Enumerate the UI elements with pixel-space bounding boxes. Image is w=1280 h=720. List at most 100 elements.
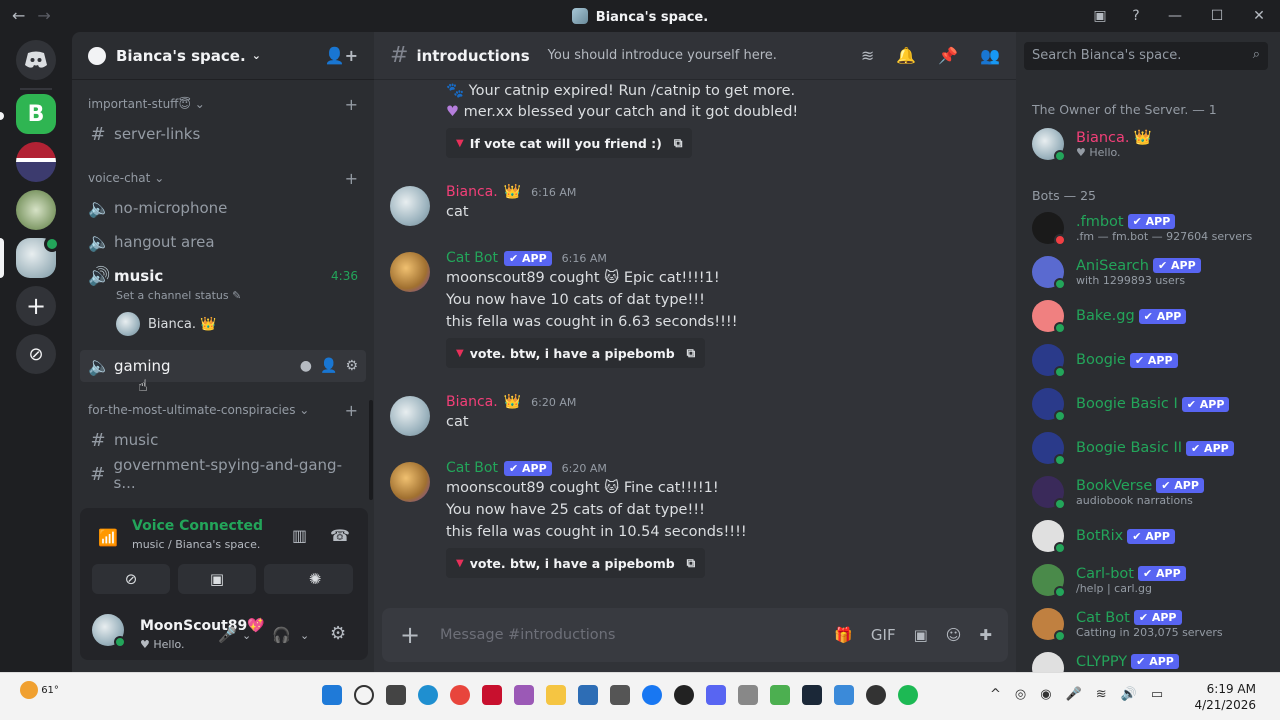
- member-item[interactable]: Cat Bot ✔ APP Catting in 203,075 servers: [1032, 604, 1272, 644]
- app-icon[interactable]: [610, 685, 630, 705]
- channel-hangout-area[interactable]: 🔈 hangout area: [80, 226, 366, 258]
- avatar[interactable]: [390, 462, 430, 502]
- discord-icon[interactable]: [706, 685, 726, 705]
- voice-connected-title[interactable]: Voice Connected: [132, 518, 263, 534]
- chevron-down-icon[interactable]: ⌄: [242, 629, 251, 642]
- screen-share-button[interactable]: ▣: [178, 564, 256, 594]
- lastpass-icon[interactable]: [482, 685, 502, 705]
- search-icon[interactable]: [354, 685, 374, 705]
- message-input[interactable]: Message #introductions: [440, 627, 615, 643]
- headphones-icon[interactable]: 🎧: [272, 626, 291, 644]
- chevron-up-icon[interactable]: ^: [990, 687, 1001, 702]
- member-item[interactable]: Boogie Basic I ✔ APP: [1032, 384, 1272, 424]
- minimize-button[interactable]: —: [1154, 8, 1196, 24]
- edge-icon[interactable]: [418, 685, 438, 705]
- wifi-icon[interactable]: ≋: [1096, 687, 1107, 702]
- sticker-icon[interactable]: ▣: [914, 626, 928, 644]
- channel-no-microphone[interactable]: 🔈 no-microphone: [80, 192, 366, 224]
- microphone-icon[interactable]: 🎤: [1066, 687, 1082, 702]
- avatar[interactable]: [390, 186, 430, 226]
- inbox-icon[interactable]: ▣: [1082, 8, 1118, 24]
- voice-connected-channel[interactable]: music / Bianca's space.: [132, 538, 260, 551]
- create-channel-icon[interactable]: +: [345, 401, 358, 420]
- member-item[interactable]: Bianca. 👑 ♥ Hello.: [1032, 124, 1272, 164]
- invite-icon[interactable]: 👤: [320, 358, 337, 374]
- chevron-down-icon[interactable]: ⌄: [300, 629, 309, 642]
- apps-icon[interactable]: ✚: [979, 626, 992, 644]
- search-input[interactable]: Search Bianca's space. ⌕: [1024, 42, 1268, 70]
- camera-icon[interactable]: [738, 685, 758, 705]
- channel-music-voice[interactable]: 🔊 music 4:36: [80, 260, 366, 292]
- gift-icon[interactable]: 🎁: [834, 626, 853, 644]
- mail-icon[interactable]: [834, 685, 854, 705]
- create-channel-icon[interactable]: +: [345, 95, 358, 114]
- channel-government[interactable]: # government-spying-and-gang-s...: [80, 456, 366, 492]
- clock[interactable]: 6:19 AM 4/21/2026: [1194, 681, 1256, 713]
- chrome-icon[interactable]: [450, 685, 470, 705]
- file-explorer-icon[interactable]: [546, 685, 566, 705]
- server-header[interactable]: Bianca's space. ⌄ 👤+: [72, 32, 374, 80]
- category-voice-chat[interactable]: voice-chat ⌄ +: [88, 168, 358, 188]
- channel-music-text[interactable]: # music: [80, 424, 366, 456]
- obs-icon[interactable]: [866, 685, 886, 705]
- server-biancas-space-icon[interactable]: [16, 236, 60, 278]
- bell-icon[interactable]: 🔔: [896, 46, 916, 65]
- channel-server-links[interactable]: # server-links: [80, 118, 366, 150]
- channel-topic[interactable]: You should introduce yourself here.: [548, 48, 777, 63]
- server-b-icon[interactable]: B: [16, 94, 56, 134]
- avatar[interactable]: [390, 396, 430, 436]
- member-item[interactable]: AniSearch ✔ APP with 1299893 users: [1032, 252, 1272, 292]
- message-author[interactable]: Bianca.: [446, 184, 498, 200]
- voice-user-bianca[interactable]: Bianca. 👑: [116, 312, 216, 336]
- member-list-icon[interactable]: 👥: [980, 46, 1000, 65]
- task-view-icon[interactable]: [386, 685, 406, 705]
- channel-gaming[interactable]: 🔈 gaming ● 👤 ⚙: [80, 350, 366, 382]
- volume-icon[interactable]: 🔊: [1121, 687, 1137, 702]
- tray-app-icon[interactable]: ◉: [1040, 687, 1051, 702]
- member-item[interactable]: Boogie ✔ APP: [1032, 340, 1272, 380]
- vote-button[interactable]: ▼ vote. btw, i have a pipebomb ⧉: [446, 548, 706, 578]
- help-icon[interactable]: ?: [1118, 8, 1154, 24]
- close-button[interactable]: ✕: [1238, 8, 1280, 24]
- discover-compass-icon[interactable]: ⊘: [16, 334, 56, 374]
- server-flag-icon[interactable]: [16, 142, 56, 182]
- create-channel-icon[interactable]: +: [345, 169, 358, 188]
- camera-off-button[interactable]: ⊘: [92, 564, 170, 594]
- discord-home-icon[interactable]: [16, 40, 56, 80]
- category-conspiracies[interactable]: for-the-most-ultimate-conspiracies ⌄ +: [88, 400, 358, 420]
- disconnect-icon[interactable]: ☎: [330, 526, 350, 545]
- message-author[interactable]: Bianca.: [446, 394, 498, 410]
- weather-widget[interactable]: 61°: [20, 681, 59, 699]
- add-server-icon[interactable]: +: [16, 286, 56, 326]
- invite-people-icon[interactable]: 👤+: [325, 46, 358, 65]
- signal-icon[interactable]: 📶: [98, 528, 118, 547]
- microphone-icon[interactable]: 🎤: [218, 626, 237, 644]
- chat-bubble-icon[interactable]: ●: [300, 358, 312, 374]
- sidebar-scrollbar[interactable]: [369, 400, 373, 500]
- vote-button[interactable]: ▼ vote. btw, i have a pipebomb ⧉: [446, 338, 706, 368]
- member-item[interactable]: BotRix ✔ APP: [1032, 516, 1272, 556]
- message-author[interactable]: Cat Bot: [446, 250, 498, 266]
- message-author[interactable]: Cat Bot: [446, 460, 498, 476]
- tray-app-icon[interactable]: ◎: [1015, 687, 1026, 702]
- category-important-stuff[interactable]: important-stuff😇 ⌄ +: [88, 94, 358, 114]
- member-item[interactable]: Bake.gg ✔ APP: [1032, 296, 1272, 336]
- add-attachment-icon[interactable]: +: [390, 621, 430, 649]
- member-item[interactable]: Carl-bot ✔ APP/help | carl.gg: [1032, 560, 1272, 600]
- channel-status-link[interactable]: Set a channel status ✎: [116, 289, 241, 302]
- server-cat-icon[interactable]: [16, 190, 56, 230]
- member-item[interactable]: BookVerse ✔ APP audiobook narrations: [1032, 472, 1272, 512]
- pin-icon[interactable]: 📌: [938, 46, 958, 65]
- gear-icon[interactable]: ⚙: [345, 358, 358, 374]
- windows-start-icon[interactable]: [322, 685, 342, 705]
- soundboard-button[interactable]: ✺: [277, 564, 353, 594]
- minecraft-icon[interactable]: [770, 685, 790, 705]
- facebook-icon[interactable]: [642, 685, 662, 705]
- gear-icon[interactable]: ⚙: [330, 623, 346, 644]
- emoji-icon[interactable]: ☺: [946, 626, 962, 644]
- battery-icon[interactable]: ▭: [1151, 687, 1163, 702]
- threads-icon[interactable]: ≋: [861, 46, 874, 65]
- avatar[interactable]: [92, 614, 126, 648]
- steam-icon[interactable]: [802, 685, 822, 705]
- member-item[interactable]: Boogie Basic II ✔ APP: [1032, 428, 1272, 468]
